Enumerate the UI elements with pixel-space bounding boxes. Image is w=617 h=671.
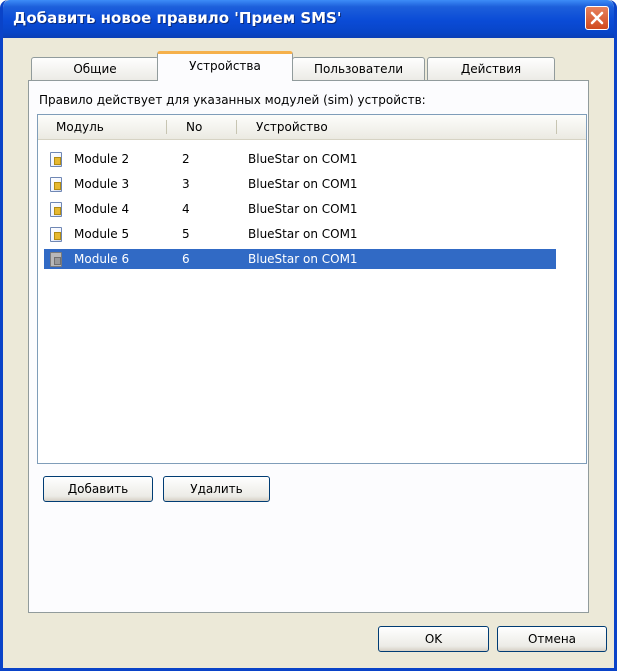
list-item[interactable]: Module 5 5 BlueStar on COM1	[44, 224, 556, 244]
window-title: Добавить новое правило 'Прием SMS'	[13, 9, 342, 27]
column-header-module[interactable]: Модуль	[56, 115, 104, 139]
sim-card-icon	[50, 152, 62, 167]
column-header-no[interactable]: No	[186, 115, 202, 139]
close-button[interactable]	[585, 6, 609, 30]
cell-module: Module 3	[74, 177, 130, 191]
panel-description: Правило действует для указанных модулей …	[39, 93, 426, 107]
tab-devices[interactable]: Устройства	[157, 51, 293, 81]
list-item-selected[interactable]: Module 6 6 BlueStar on COM1	[44, 249, 556, 269]
sim-card-gray-icon	[50, 252, 62, 267]
close-icon	[590, 11, 604, 25]
cell-module: Module 4	[74, 202, 130, 216]
remove-button[interactable]: Удалить	[163, 476, 270, 502]
column-divider[interactable]	[166, 120, 167, 134]
modules-listview[interactable]: Модуль No Устройство Module 2 2 BlueStar…	[37, 114, 587, 464]
cell-no: 3	[182, 177, 190, 191]
cell-device: BlueStar on COM1	[248, 227, 358, 241]
sim-card-icon	[50, 227, 62, 242]
cancel-button[interactable]: Отмена	[497, 626, 607, 652]
title-bar[interactable]: Добавить новое правило 'Прием SMS'	[3, 0, 614, 38]
cell-device: BlueStar on COM1	[248, 152, 358, 166]
cell-module: Module 5	[74, 227, 130, 241]
listview-header: Модуль No Устройство	[38, 115, 586, 140]
add-button[interactable]: Добавить	[43, 476, 153, 502]
cell-device: BlueStar on COM1	[248, 202, 358, 216]
cell-module: Module 6	[74, 252, 130, 266]
cell-no: 2	[182, 152, 190, 166]
cell-no: 4	[182, 202, 190, 216]
sim-card-icon	[50, 177, 62, 192]
cell-device: BlueStar on COM1	[248, 177, 358, 191]
cell-device: BlueStar on COM1	[248, 252, 358, 266]
list-item[interactable]: Module 2 2 BlueStar on COM1	[44, 149, 556, 169]
column-divider[interactable]	[236, 120, 237, 134]
tab-actions[interactable]: Действия	[427, 57, 555, 80]
cell-no: 6	[182, 252, 190, 266]
cell-module: Module 2	[74, 152, 130, 166]
column-divider[interactable]	[556, 120, 557, 134]
list-item[interactable]: Module 4 4 BlueStar on COM1	[44, 199, 556, 219]
tab-general[interactable]: Общие	[31, 57, 159, 80]
column-header-device[interactable]: Устройство	[256, 115, 328, 139]
cell-no: 5	[182, 227, 190, 241]
list-item[interactable]: Module 3 3 BlueStar on COM1	[44, 174, 556, 194]
sim-card-icon	[50, 202, 62, 217]
ok-button[interactable]: OK	[378, 626, 489, 652]
tab-users[interactable]: Пользователи	[292, 57, 425, 80]
